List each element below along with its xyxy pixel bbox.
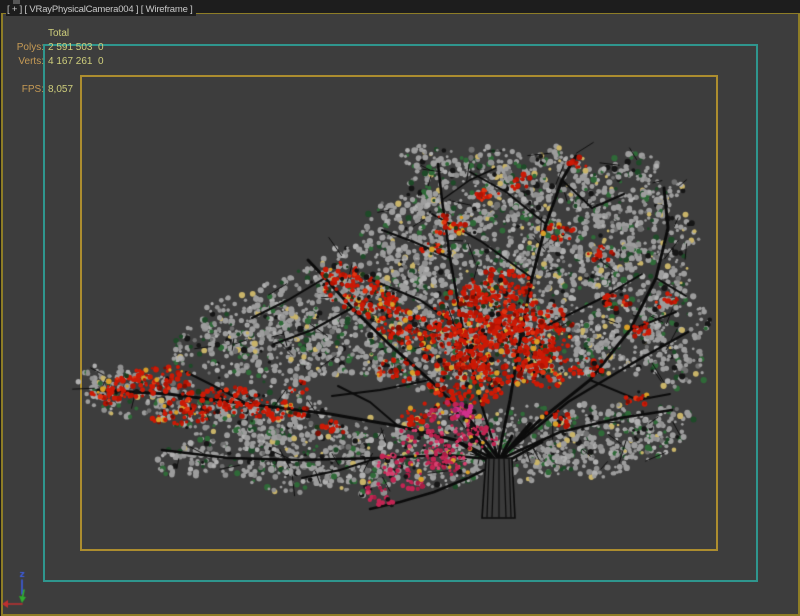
stats-verts-row: Verts: 4 167 261 0 [0,55,104,69]
viewport-label[interactable]: [ + ] [ VRayPhysicalCamera004 ] [ Wirefr… [6,4,196,16]
stats-polys-row: Polys: 2 591 503 0 [0,41,104,55]
stats-verts-label: Verts: [0,55,48,69]
statistics-overlay: Total Polys: 2 591 503 0 Verts: 4 167 26… [0,27,104,97]
stats-polys-label: Polys: [0,41,48,55]
stats-header-row: Total [0,27,104,41]
stats-spacer [0,69,104,83]
stats-fps-row: FPS: 8,057 [0,83,104,97]
stats-fps-label: FPS: [0,83,48,97]
stats-verts-value: 4 167 261 0 [48,55,104,69]
stats-polys-value: 2 591 503 0 [48,41,104,55]
stats-fps-value: 8,057 [48,83,73,97]
max-viewport-window: [ + ] [ VRayPhysicalCamera004 ] [ Wirefr… [0,0,800,616]
stats-total-header: Total [48,27,69,41]
scene-canvas [0,0,800,616]
